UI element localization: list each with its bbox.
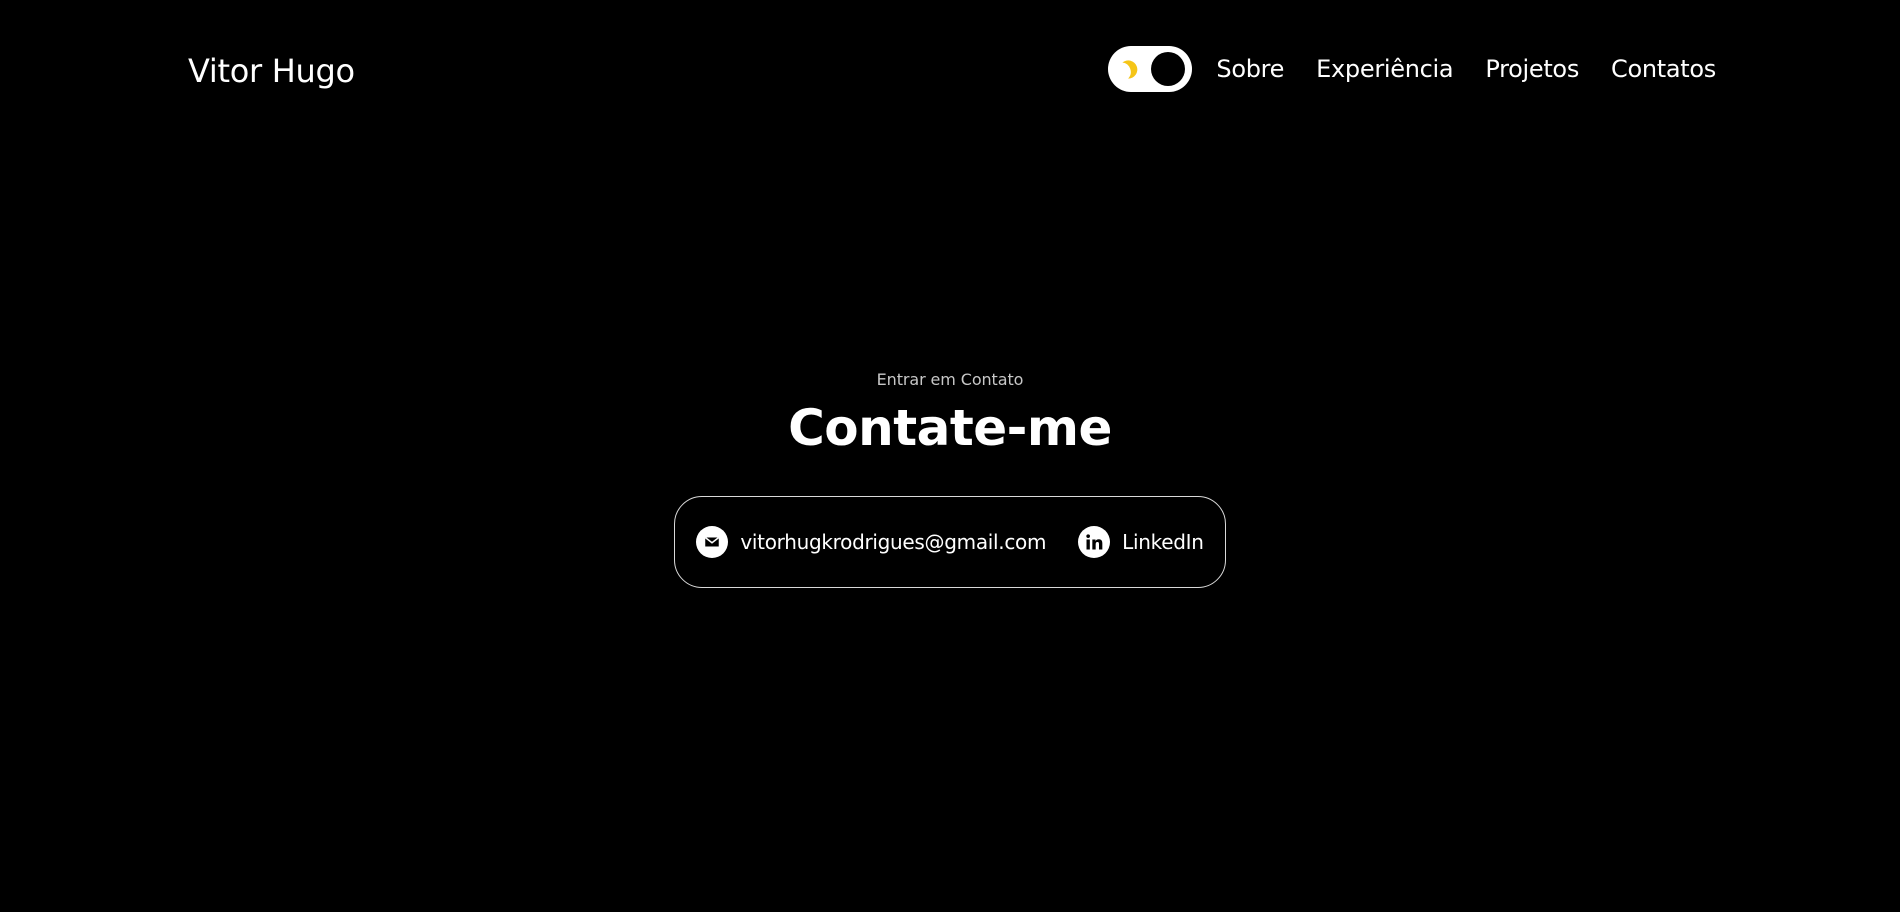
site-logo[interactable]: Vitor Hugo — [188, 52, 355, 90]
linkedin-icon — [1078, 526, 1111, 558]
nav-link-sobre[interactable]: Sobre — [1216, 55, 1284, 83]
section-title: Contate-me — [788, 399, 1112, 457]
toggle-knob — [1151, 52, 1186, 86]
nav-link-experiencia[interactable]: Experiência — [1316, 55, 1453, 83]
main-nav: Sobre Experiência Projetos Contatos — [1108, 46, 1716, 92]
mail-icon — [696, 526, 729, 558]
nav-link-projetos[interactable]: Projetos — [1485, 55, 1579, 83]
email-label: vitorhugkrodrigues@gmail.com — [740, 530, 1047, 554]
linkedin-label: LinkedIn — [1122, 530, 1204, 554]
theme-toggle[interactable] — [1108, 46, 1193, 92]
email-link[interactable]: vitorhugkrodrigues@gmail.com — [696, 526, 1046, 558]
moon-icon — [1122, 60, 1138, 79]
page: Vitor Hugo Sobre Experiência Projetos Co… — [0, 0, 1900, 912]
section-eyebrow: Entrar em Contato — [876, 370, 1024, 389]
contact-card: vitorhugkrodrigues@gmail.com LinkedIn — [674, 496, 1226, 588]
linkedin-link[interactable]: LinkedIn — [1078, 526, 1204, 558]
nav-link-contatos[interactable]: Contatos — [1611, 55, 1716, 83]
contact-section: Entrar em Contato Contate-me vitorhugkro… — [0, 370, 1900, 588]
